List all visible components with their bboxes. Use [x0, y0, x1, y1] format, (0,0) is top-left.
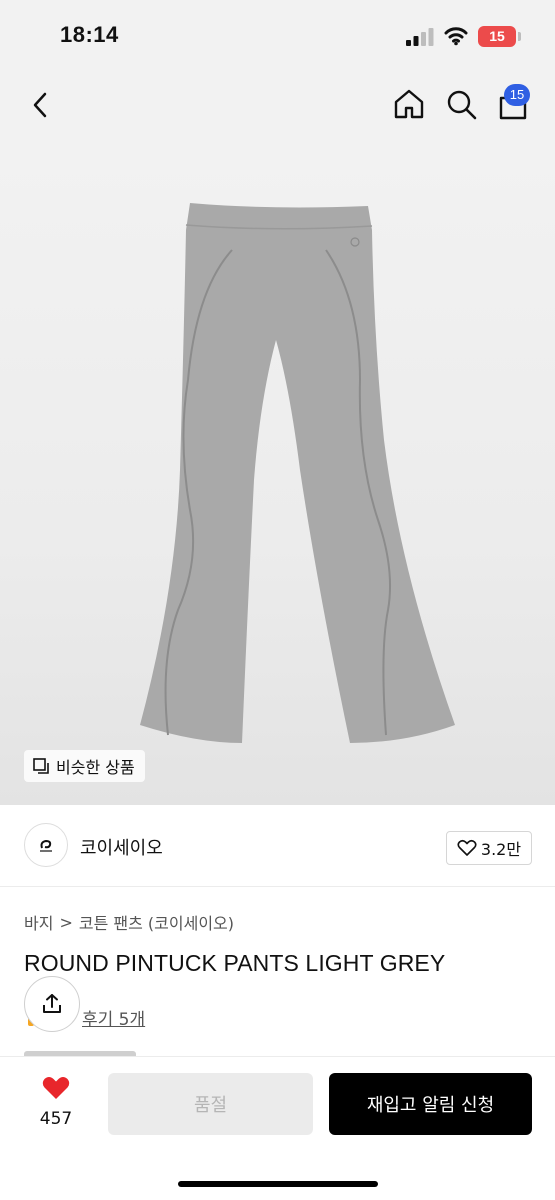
heart-outline-icon	[457, 839, 477, 856]
similar-products-label: 비슷한 상품	[56, 758, 135, 777]
product-image[interactable]: 비슷한 상품	[0, 140, 555, 805]
wifi-icon	[444, 27, 468, 46]
back-arrow-icon[interactable]	[26, 88, 56, 122]
heart-filled-icon	[42, 1077, 70, 1099]
similar-items-icon	[33, 758, 49, 774]
status-time: 18:14	[60, 22, 119, 47]
brand-logo-icon	[40, 839, 52, 852]
brand-name[interactable]: 코이세이오	[80, 834, 163, 860]
pants-image	[140, 203, 455, 743]
wishlist-button[interactable]: 457	[28, 1075, 84, 1135]
battery-tip	[518, 32, 521, 41]
bottom-action-bar: 457 품절 재입고 알림 신청	[0, 1056, 555, 1200]
brand-like-count: 3.2만	[480, 840, 522, 859]
similar-products-button[interactable]: 비슷한 상품	[24, 750, 145, 782]
search-icon[interactable]	[444, 86, 478, 122]
soldout-button: 품절	[108, 1073, 313, 1135]
brand-like-button[interactable]: 3.2만	[446, 831, 532, 865]
home-icon[interactable]	[392, 86, 426, 122]
cart-count-badge: 15	[504, 84, 530, 106]
wishlist-count: 457	[39, 1109, 73, 1129]
breadcrumb-separator: >	[59, 912, 73, 932]
top-header: 15	[0, 70, 555, 140]
breadcrumb: 바지 > 코튼 팬츠 (코이세이오)	[24, 910, 234, 934]
share-button[interactable]	[24, 976, 80, 1032]
battery-indicator: 15	[478, 26, 516, 47]
review-link[interactable]: 후기 5개	[82, 1005, 145, 1030]
product-title: ROUND PINTUCK PANTS LIGHT GREY	[24, 950, 446, 976]
share-icon	[43, 994, 61, 1013]
cellular-signal-icon	[406, 28, 434, 46]
restock-alert-button[interactable]: 재입고 알림 신청	[329, 1073, 532, 1135]
breadcrumb-subcategory[interactable]: 코튼 팬츠 (코이세이오)	[79, 910, 234, 934]
breadcrumb-category[interactable]: 바지	[24, 910, 53, 934]
home-indicator	[178, 1181, 378, 1187]
status-bar: 18:14 15	[0, 0, 555, 70]
brand-row: 코이세이오 3.2만	[0, 805, 555, 887]
brand-logo[interactable]	[24, 823, 68, 867]
